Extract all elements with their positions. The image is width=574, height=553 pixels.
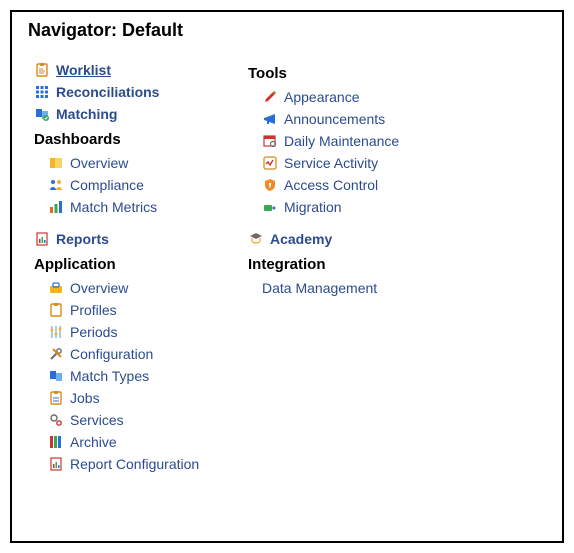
nav-reports[interactable]: Reports: [34, 228, 218, 250]
nav-label: Appearance: [284, 89, 360, 105]
page-title: Navigator: Default: [28, 20, 546, 41]
nav-app-services[interactable]: Services: [48, 409, 218, 431]
nav-label: Report Configuration: [70, 456, 199, 472]
nav-label: Reports: [56, 231, 109, 247]
nav-label: Announcements: [284, 111, 385, 127]
nav-tools-announcements[interactable]: Announcements: [262, 108, 546, 130]
clipboard-icon: [48, 302, 64, 318]
nav-dash-metrics[interactable]: Match Metrics: [48, 196, 218, 218]
right-column: Tools Appearance Announcements Daily Mai…: [248, 59, 546, 475]
clipboard-icon: [34, 62, 50, 78]
nav-label: Academy: [270, 231, 332, 247]
nav-app-jobs[interactable]: Jobs: [48, 387, 218, 409]
sliders-icon: [48, 324, 64, 340]
shield-icon: [262, 177, 278, 193]
nav-reconciliations[interactable]: Reconciliations: [34, 81, 218, 103]
nav-dash-compliance[interactable]: Compliance: [48, 174, 218, 196]
nav-tools-service-activity[interactable]: Service Activity: [262, 152, 546, 174]
nav-tools-access-control[interactable]: Access Control: [262, 174, 546, 196]
nav-label: Overview: [70, 280, 128, 296]
clipboard-icon: [48, 390, 64, 406]
nav-label: Matching: [56, 106, 117, 122]
nav-label: Service Activity: [284, 155, 378, 171]
nav-app-periods[interactable]: Periods: [48, 321, 218, 343]
section-application: Application: [34, 256, 218, 273]
nav-label: Archive: [70, 434, 117, 450]
nav-label: Worklist: [56, 62, 111, 78]
nav-worklist[interactable]: Worklist: [34, 59, 218, 81]
nav-tools-appearance[interactable]: Appearance: [262, 86, 546, 108]
match-types-icon: [48, 368, 64, 384]
nav-label: Compliance: [70, 177, 144, 193]
nav-dash-overview[interactable]: Overview: [48, 152, 218, 174]
activity-icon: [262, 155, 278, 171]
nav-matching[interactable]: Matching: [34, 103, 218, 125]
nav-app-report-config[interactable]: Report Configuration: [48, 453, 218, 475]
report-config-icon: [48, 456, 64, 472]
archive-icon: [48, 434, 64, 450]
nav-label: Reconciliations: [56, 84, 159, 100]
nav-label: Match Types: [70, 368, 149, 384]
nav-label: Match Metrics: [70, 199, 157, 215]
nav-academy[interactable]: Academy: [248, 228, 546, 250]
columns: Worklist Reconciliations Matching: [28, 59, 546, 475]
nav-label: Migration: [284, 199, 342, 215]
tools-icon: [48, 346, 64, 362]
nav-app-overview[interactable]: Overview: [48, 277, 218, 299]
matching-icon: [34, 106, 50, 122]
grid-icon: [34, 84, 50, 100]
nav-app-profiles[interactable]: Profiles: [48, 299, 218, 321]
pencil-icon: [262, 89, 278, 105]
gears-icon: [48, 412, 64, 428]
section-tools: Tools: [248, 65, 546, 82]
folder-icon: [48, 155, 64, 171]
nav-app-configuration[interactable]: Configuration: [48, 343, 218, 365]
nav-label: Periods: [70, 324, 117, 340]
nav-label: Daily Maintenance: [284, 133, 399, 149]
left-column: Worklist Reconciliations Matching: [28, 59, 218, 475]
bar-chart-icon: [48, 199, 64, 215]
section-integration: Integration: [248, 256, 546, 273]
nav-app-match-types[interactable]: Match Types: [48, 365, 218, 387]
nav-label: Profiles: [70, 302, 117, 318]
nav-tools-daily-maint[interactable]: Daily Maintenance: [262, 130, 546, 152]
section-dashboards: Dashboards: [34, 131, 218, 148]
nav-label: Access Control: [284, 177, 378, 193]
nav-label: Jobs: [70, 390, 100, 406]
megaphone-icon: [262, 111, 278, 127]
nav-label: Configuration: [70, 346, 153, 362]
toolbox-icon: [48, 280, 64, 296]
nav-label: Services: [70, 412, 124, 428]
nav-app-archive[interactable]: Archive: [48, 431, 218, 453]
academy-icon: [248, 231, 264, 247]
people-icon: [48, 177, 64, 193]
nav-label: Overview: [70, 155, 128, 171]
nav-integration-data-mgmt[interactable]: Data Management: [262, 277, 377, 299]
navigator-panel: Navigator: Default Worklist Rec: [10, 10, 564, 543]
report-icon: [34, 231, 50, 247]
nav-tools-migration[interactable]: Migration: [262, 196, 546, 218]
calendar-gear-icon: [262, 133, 278, 149]
migration-icon: [262, 199, 278, 215]
